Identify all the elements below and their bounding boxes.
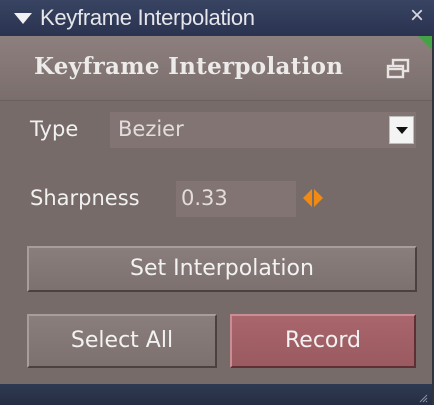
type-dropdown[interactable]: Bezier (110, 112, 416, 148)
select-all-button[interactable]: Select All (27, 314, 217, 368)
sharpness-label: Sharpness (30, 186, 140, 210)
set-interpolation-button[interactable]: Set Interpolation (27, 246, 417, 292)
keyframe-interpolation-window: Keyframe Interpolation × Keyframe Interp… (0, 0, 434, 405)
window-titlebar[interactable]: Keyframe Interpolation × (0, 0, 434, 36)
panel-title: Keyframe Interpolation (34, 53, 344, 80)
panel-header: Keyframe Interpolation (0, 36, 432, 101)
sharpness-input[interactable]: 0.33 (176, 181, 296, 217)
collapse-arrow-icon[interactable] (14, 13, 32, 24)
chevron-down-icon[interactable] (389, 116, 414, 144)
type-label: Type (30, 117, 79, 141)
record-button[interactable]: Record (230, 314, 416, 368)
restore-window-icon[interactable] (385, 58, 411, 80)
window-title: Keyframe Interpolation (40, 5, 255, 30)
type-dropdown-value: Bezier (118, 117, 184, 141)
window-corner-marker (418, 36, 432, 50)
spinner-arrows-icon[interactable] (302, 188, 324, 208)
resize-grip-icon[interactable] (418, 393, 428, 403)
window-footer (0, 384, 432, 405)
sharpness-value: 0.33 (181, 186, 228, 210)
close-icon[interactable]: × (410, 4, 424, 28)
